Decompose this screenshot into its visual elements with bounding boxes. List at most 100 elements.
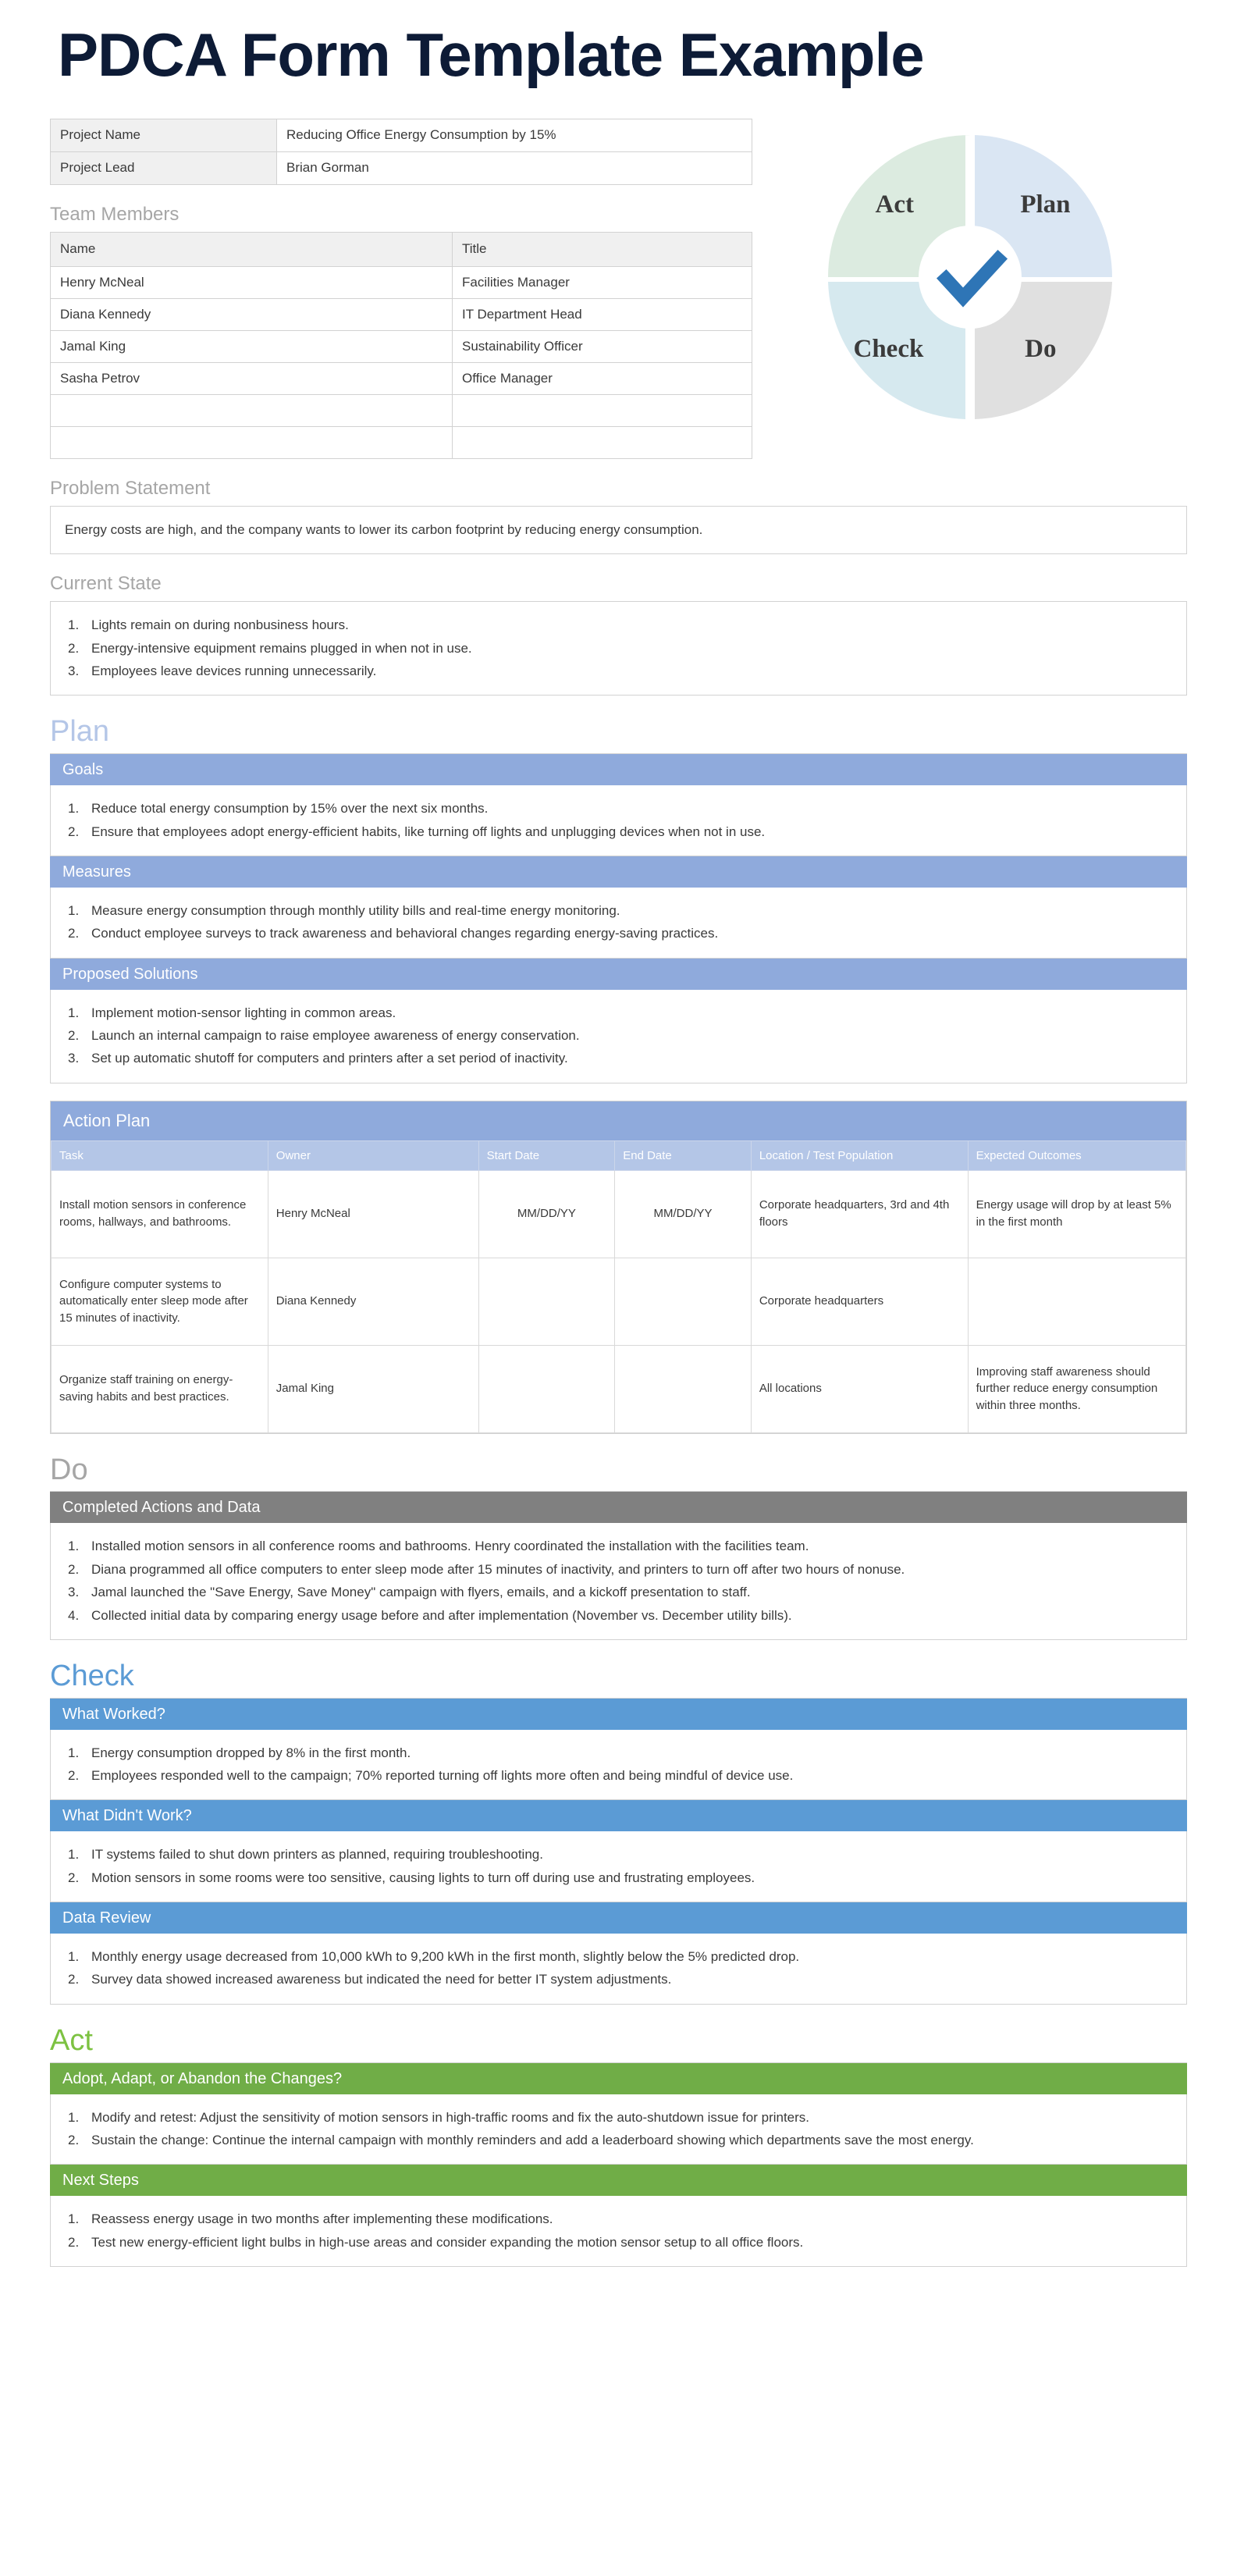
- problem-statement-text: Energy costs are high, and the company w…: [65, 522, 703, 538]
- action-location[interactable]: Corporate headquarters, 3rd and 4th floo…: [750, 1169, 969, 1258]
- next-steps-box[interactable]: Reassess energy usage in two months afte…: [50, 2196, 1187, 2267]
- team-member-title[interactable]: Office Manager: [452, 362, 752, 396]
- action-plan-title: Action Plan: [51, 1101, 1186, 1140]
- team-member-name[interactable]: [50, 426, 453, 460]
- action-start-date[interactable]: [478, 1344, 616, 1433]
- pdca-wheel-icon: [827, 134, 1112, 419]
- list-item: Set up automatic shutoff for computers a…: [68, 1048, 568, 1069]
- action-plan-container: Action Plan Task Owner Start Date End Da…: [50, 1100, 1187, 1434]
- document-page: PDCA Form Template Example Project Name …: [0, 0, 1237, 2267]
- list-item: Diana programmed all office computers to…: [68, 1560, 905, 1581]
- table-row: [50, 394, 752, 428]
- phase-title-check: Check: [50, 1659, 134, 1692]
- action-plan-head: Task Owner Start Date End Date Location …: [51, 1140, 1187, 1171]
- list-item: Sustain the change: Continue the interna…: [68, 2130, 974, 2151]
- action-task[interactable]: Organize staff training on energy-saving…: [51, 1344, 268, 1433]
- list-item: Motion sensors in some rooms were too se…: [68, 1868, 755, 1889]
- action-plan-body: Install motion sensors in conference roo…: [51, 1169, 1187, 1433]
- team-member-name[interactable]: Jamal King: [50, 330, 453, 364]
- action-location[interactable]: All locations: [750, 1344, 969, 1433]
- list-item: Employees responded well to the campaign…: [68, 1766, 794, 1787]
- section-header-next-steps: Next Steps: [50, 2165, 1187, 2197]
- action-start-date[interactable]: MM/DD/YY: [478, 1169, 616, 1258]
- column-header-start: Start Date: [478, 1140, 616, 1171]
- column-header-end: End Date: [614, 1140, 752, 1171]
- what-worked-box[interactable]: Energy consumption dropped by 8% in the …: [50, 1729, 1187, 1801]
- column-header-outcomes: Expected Outcomes: [967, 1140, 1187, 1171]
- action-owner[interactable]: Jamal King: [267, 1344, 479, 1433]
- section-header-what-didnt-work: What Didn't Work?: [50, 1800, 1187, 1832]
- team-member-title[interactable]: [452, 394, 752, 428]
- what-didnt-work-box[interactable]: IT systems failed to shut down printers …: [50, 1831, 1187, 1903]
- wheel-label-plan: Plan: [1020, 190, 1071, 219]
- problem-statement-box[interactable]: Energy costs are high, and the company w…: [50, 506, 1187, 555]
- project-name-value[interactable]: Reducing Office Energy Consumption by 15…: [276, 118, 752, 152]
- team-member-title[interactable]: [452, 426, 752, 460]
- column-header-task: Task: [51, 1140, 268, 1171]
- measures-box[interactable]: Measure energy consumption through month…: [50, 887, 1187, 959]
- table-row: Diana Kennedy IT Department Head: [50, 297, 752, 332]
- pdca-wheel: Act Plan Check Do: [818, 125, 1122, 429]
- list-item: Reduce total energy consumption by 15% o…: [68, 799, 489, 820]
- what-worked-list: Energy consumption dropped by 8% in the …: [65, 1743, 1172, 1787]
- project-name-label: Project Name: [50, 118, 277, 152]
- action-outcome[interactable]: Energy usage will drop by at least 5% in…: [967, 1169, 1187, 1258]
- list-item: Launch an internal campaign to raise emp…: [68, 1026, 580, 1047]
- team-member-name[interactable]: [50, 394, 453, 428]
- team-member-name[interactable]: Diana Kennedy: [50, 297, 453, 332]
- table-header-row: Name Title: [50, 231, 752, 267]
- action-owner[interactable]: Henry McNeal: [267, 1169, 479, 1258]
- list-item: Reassess energy usage in two months afte…: [68, 2209, 553, 2230]
- team-member-name[interactable]: Henry McNeal: [50, 265, 453, 299]
- action-task[interactable]: Install motion sensors in conference roo…: [51, 1169, 268, 1258]
- act-sections: Adopt, Adapt, or Abandon the Changes? Mo…: [50, 2062, 1187, 2267]
- section-header-goals: Goals: [50, 753, 1187, 786]
- team-member-name[interactable]: Sasha Petrov: [50, 362, 453, 396]
- list-item: Employees leave devices running unnecess…: [68, 661, 377, 682]
- team-member-title[interactable]: Facilities Manager: [452, 265, 752, 299]
- data-review-list: Monthly energy usage decreased from 10,0…: [65, 1947, 1172, 1991]
- proposed-solutions-list: Implement motion-sensor lighting in comm…: [65, 1003, 1172, 1069]
- data-review-box[interactable]: Monthly energy usage decreased from 10,0…: [50, 1934, 1187, 2005]
- project-info-body: Project Name Reducing Office Energy Cons…: [50, 118, 752, 185]
- project-lead-label: Project Lead: [50, 151, 277, 185]
- action-owner[interactable]: Diana Kennedy: [267, 1257, 479, 1346]
- action-end-date[interactable]: [614, 1344, 752, 1433]
- section-header-what-worked: What Worked?: [50, 1697, 1187, 1730]
- team-member-title[interactable]: Sustainability Officer: [452, 330, 752, 364]
- action-end-date[interactable]: [614, 1257, 752, 1346]
- list-item: Energy consumption dropped by 8% in the …: [68, 1743, 411, 1764]
- what-didnt-work-list: IT systems failed to shut down printers …: [65, 1845, 1172, 1888]
- completed-actions-list: Installed motion sensors in all conferen…: [65, 1536, 1172, 1626]
- table-row: Project Name Reducing Office Energy Cons…: [50, 118, 752, 152]
- list-item: Monthly energy usage decreased from 10,0…: [68, 1947, 800, 1968]
- list-item: Measure energy consumption through month…: [68, 901, 620, 922]
- team-members-table: Name Title Henry McNeal Facilities Manag…: [50, 231, 752, 460]
- table-row: [50, 426, 752, 460]
- proposed-solutions-box[interactable]: Implement motion-sensor lighting in comm…: [50, 989, 1187, 1083]
- adopt-adapt-abandon-box[interactable]: Modify and retest: Adjust the sensitivit…: [50, 2094, 1187, 2165]
- wheel-label-act: Act: [875, 190, 914, 219]
- problem-statement-heading: Problem Statement: [50, 478, 211, 500]
- action-outcome[interactable]: Improving staff awareness should further…: [967, 1344, 1187, 1433]
- project-lead-value[interactable]: Brian Gorman: [276, 151, 752, 185]
- column-header-owner: Owner: [267, 1140, 479, 1171]
- action-outcome[interactable]: [967, 1257, 1187, 1346]
- goals-box[interactable]: Reduce total energy consumption by 15% o…: [50, 785, 1187, 856]
- table-row: Sasha Petrov Office Manager: [50, 362, 752, 396]
- action-end-date[interactable]: MM/DD/YY: [614, 1169, 752, 1258]
- phase-title-act: Act: [50, 2023, 93, 2057]
- team-member-title[interactable]: IT Department Head: [452, 297, 752, 332]
- list-item: Jamal launched the "Save Energy, Save Mo…: [68, 1582, 751, 1603]
- action-task[interactable]: Configure computer systems to automatica…: [51, 1257, 268, 1346]
- table-row: Jamal King Sustainability Officer: [50, 330, 752, 364]
- measures-list: Measure energy consumption through month…: [65, 901, 1172, 945]
- action-start-date[interactable]: [478, 1257, 616, 1346]
- current-state-box[interactable]: Lights remain on during nonbusiness hour…: [50, 601, 1187, 696]
- action-location[interactable]: Corporate headquarters: [750, 1257, 969, 1346]
- completed-actions-box[interactable]: Installed motion sensors in all conferen…: [50, 1523, 1187, 1640]
- table-row: Install motion sensors in conference roo…: [51, 1169, 1187, 1258]
- team-members-heading: Team Members: [50, 203, 180, 225]
- project-info-column: Project Name Reducing Office Energy Cons…: [50, 118, 752, 460]
- wheel-label-do: Do: [1025, 334, 1057, 363]
